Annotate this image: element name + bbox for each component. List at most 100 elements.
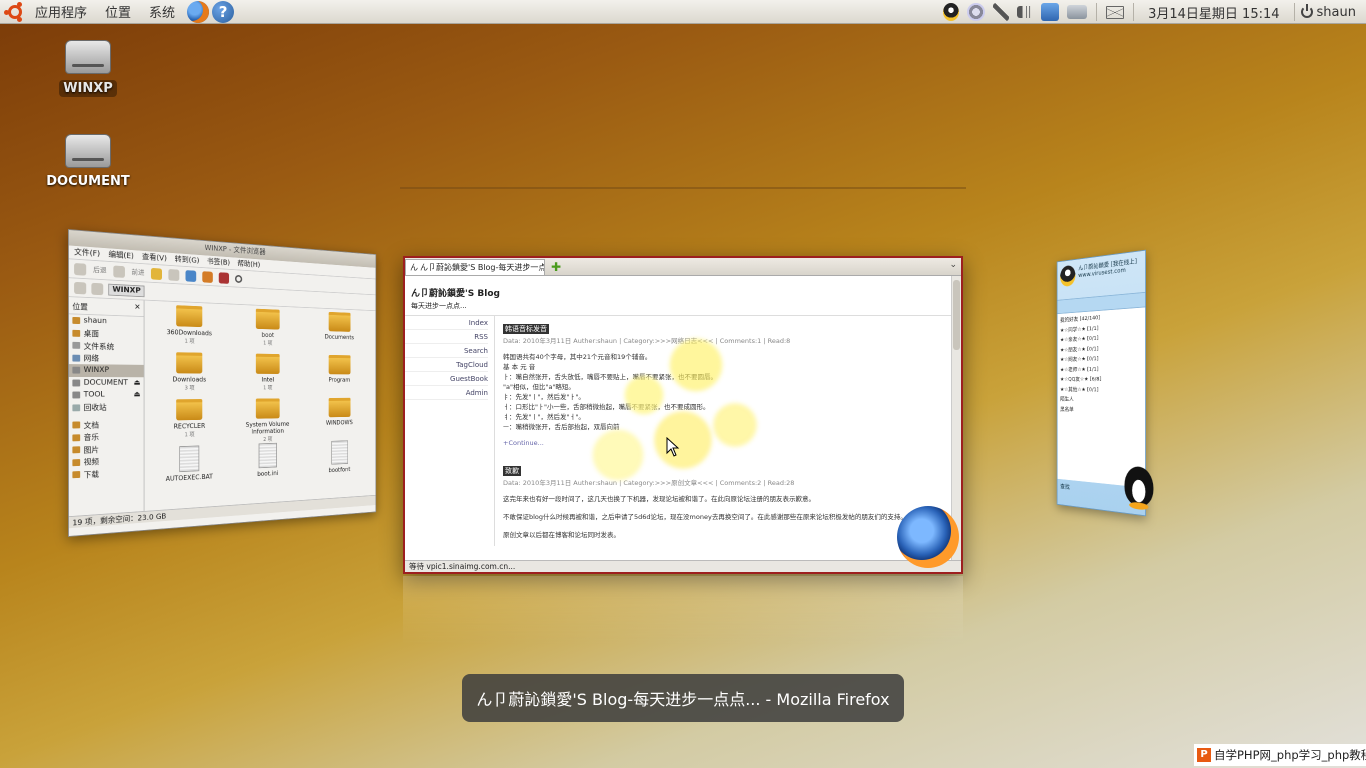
nav-link-tagcloud[interactable]: TagCloud	[405, 358, 488, 372]
file-item[interactable]: boot.ini	[230, 442, 305, 490]
eject-icon[interactable]: ⏏	[134, 379, 141, 387]
menu-edit[interactable]: 编辑(E)	[108, 248, 133, 262]
top-panel: 应用程序 位置 系统 ? 3月14日星期日 15:14 shaun	[0, 0, 1366, 24]
user-menu[interactable]: shaun	[1300, 4, 1360, 20]
avatar[interactable]	[1060, 264, 1076, 288]
mail-icon[interactable]	[1106, 5, 1125, 19]
post-line: ㅑ：先发"ㅣ"，然后发"ㅏ"。	[503, 393, 585, 401]
post-line: "a"相似，但比"a"略短。	[503, 383, 575, 391]
up-arrow-icon[interactable]	[150, 267, 163, 280]
menu-go[interactable]: 转到(G)	[175, 253, 200, 267]
window-reflection	[403, 576, 963, 646]
search-icon[interactable]	[234, 274, 243, 283]
power-icon	[1300, 4, 1313, 18]
sidebar-bookmark-downloads[interactable]: 下载	[69, 466, 144, 482]
file-item[interactable]: RECYCLER 1 项	[148, 399, 230, 447]
menu-help[interactable]: 帮助(H)	[237, 258, 260, 271]
continue-link[interactable]: +Continue...	[503, 438, 943, 448]
reload-icon[interactable]	[185, 269, 197, 282]
folder-icon	[255, 398, 280, 419]
app-tray-icon[interactable]	[1041, 3, 1060, 21]
sidebar-item-winxp[interactable]: WINXP	[68, 364, 144, 377]
volume-icon[interactable]	[1017, 6, 1034, 18]
contact-group[interactable]: ★☆QQ友☆★ [6/8]	[1060, 374, 1142, 385]
trash-icon	[72, 404, 81, 412]
nav-link-index[interactable]: Index	[405, 316, 488, 330]
edit-location-icon[interactable]	[74, 281, 87, 294]
mouse-pointer-icon	[666, 437, 680, 457]
contact-group[interactable]: ★☆老师☆★ [1/1]	[1060, 363, 1142, 375]
folder-icon	[328, 397, 351, 418]
back-button[interactable]: 后退	[93, 265, 107, 275]
post-line: 原创文章以后都在博客和论坛同时发表。	[503, 531, 620, 539]
file-item[interactable]: Documents	[304, 311, 373, 356]
drive-icon	[65, 40, 111, 74]
menu-bookmarks[interactable]: 书签(B)	[207, 256, 230, 269]
find-button[interactable]: 查找	[1060, 483, 1070, 490]
home-icon[interactable]	[202, 270, 213, 283]
close-icon[interactable]: ✕	[134, 303, 140, 314]
file-item[interactable]: AUTOEXEC.BAT	[148, 444, 230, 495]
help-launcher-icon[interactable]: ?	[212, 0, 235, 23]
file-item[interactable]: bootfont	[304, 439, 373, 485]
sidebar-item-label: 下载	[83, 470, 100, 481]
sidebar-item-label: 音乐	[83, 433, 100, 443]
file-item[interactable]: Program	[304, 354, 373, 399]
file-item[interactable]: Intel 1 项	[230, 353, 305, 399]
clock[interactable]: 3月14日星期日 15:14	[1140, 3, 1287, 22]
stop-icon[interactable]	[168, 268, 180, 281]
nav-link-admin[interactable]: Admin	[405, 386, 488, 400]
file-item[interactable]: boot 1 项	[230, 308, 305, 355]
blog-title[interactable]: ん卩蔚訫鎖愛'S Blog	[411, 286, 945, 299]
forward-button[interactable]: 前进	[131, 267, 144, 277]
watermark-text: 自学PHP网_php学习_php教程	[1214, 748, 1366, 762]
network-icon[interactable]	[1067, 5, 1088, 19]
system-menu[interactable]: 系统	[140, 2, 184, 21]
sidebar-item-document[interactable]: DOCUMENT ⏏	[69, 377, 144, 389]
chevron-left-icon[interactable]	[91, 282, 104, 295]
folder-icon	[176, 352, 203, 374]
folder-icon	[176, 399, 203, 421]
back-arrow-icon[interactable]	[74, 262, 87, 276]
menu-file[interactable]: 文件(F)	[74, 246, 100, 261]
nav-link-guestbook[interactable]: GuestBook	[405, 372, 488, 386]
file-manager-window[interactable]: WINXP - 文件浏览器 文件(F) 编辑(E) 查看(V) 转到(G) 书签…	[68, 204, 408, 564]
eject-icon[interactable]: ⏏	[134, 391, 141, 399]
desktop-icon-document[interactable]: DOCUMENT	[43, 134, 133, 189]
applications-menu[interactable]: 应用程序	[26, 2, 96, 21]
post-title[interactable]: 致歉	[503, 466, 521, 476]
sidebar-item-label: 网络	[83, 355, 100, 364]
chevron-down-icon[interactable]: ⌄	[949, 260, 957, 270]
post-line: 基 本 元 音	[503, 363, 536, 371]
browser-tab[interactable]: ん ん卩蔚訫鎖愛'S Blog-每天进步一点点...	[405, 258, 545, 275]
nav-link-search[interactable]: Search	[405, 344, 488, 358]
location-button[interactable]: WINXP	[108, 283, 145, 297]
post-title[interactable]: 韩语音标发音	[503, 324, 549, 334]
bluetooth-icon[interactable]	[993, 3, 1010, 21]
scrollbar-thumb[interactable]	[953, 280, 960, 350]
contact-list: 我的好友 [42/140] ★☆同学☆★ [1/1] ★☆亲友☆★ [0/1] …	[1057, 307, 1146, 488]
places-menu[interactable]: 位置	[96, 2, 140, 21]
sidebar-item-network[interactable]: 网络	[69, 352, 144, 365]
qq-tray-icon[interactable]	[943, 3, 960, 21]
file-item[interactable]: Downloads 3 项	[148, 352, 230, 400]
file-item[interactable]: 360Downloads 1 项	[148, 304, 230, 353]
qq-window[interactable]: ん卩蔚訫鎖愛 [我在线上] www.virusest.com 我的好友 [42/…	[1026, 228, 1154, 540]
firefox-launcher-icon[interactable]	[187, 0, 210, 23]
desktop-icon-winxp[interactable]: WINXP	[43, 40, 133, 97]
new-tab-icon[interactable]: ✚	[551, 260, 561, 274]
computer-icon[interactable]	[218, 271, 230, 284]
watermark: P 自学PHP网_php学习_php教程	[1194, 744, 1366, 766]
sidebar-item-tool[interactable]: TOOL ⏏	[69, 389, 144, 402]
nav-link-rss[interactable]: RSS	[405, 330, 488, 344]
firefox-window[interactable]: ん ん卩蔚訫鎖愛'S Blog-每天进步一点点... ✚ ⌄ ん卩蔚訫鎖愛'S …	[403, 256, 963, 574]
menu-view[interactable]: 查看(V)	[142, 251, 167, 265]
ubuntu-logo-icon[interactable]	[4, 1, 26, 23]
post-line: 韩国语共有40个字母，其中21个元音和19个辅音。	[503, 353, 652, 361]
forward-arrow-icon[interactable]	[113, 265, 125, 278]
network-monitor-icon[interactable]	[967, 3, 986, 21]
blog-subtitle: 每天进步一点点...	[411, 302, 467, 310]
file-item[interactable]: System Volume Information 2 项	[230, 398, 305, 444]
contact-group[interactable]: 黑名单	[1060, 404, 1142, 416]
file-item[interactable]: WINDOWS	[304, 397, 373, 442]
